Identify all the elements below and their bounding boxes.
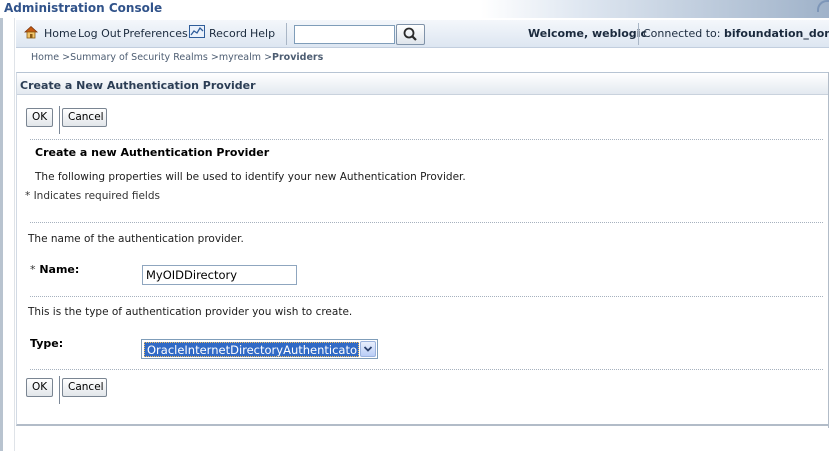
left-rail-line xyxy=(14,18,15,451)
domain-name: bifoundation_domai xyxy=(723,27,829,40)
breadcrumb-separator: > xyxy=(264,52,273,63)
ok-button[interactable]: OK xyxy=(26,378,53,397)
search-button[interactable] xyxy=(396,24,425,45)
divider xyxy=(30,369,823,370)
breadcrumb-separator: > xyxy=(62,52,71,63)
divider xyxy=(30,139,823,140)
button-separator xyxy=(59,376,60,404)
required-note: * Indicates required fields xyxy=(25,190,160,202)
type-select-value: OracleInternetDirectoryAuthenticator xyxy=(144,342,359,357)
breadcrumb-separator: > xyxy=(210,52,219,63)
cancel-button[interactable]: Cancel xyxy=(62,108,107,127)
search-input[interactable] xyxy=(294,25,395,44)
divider xyxy=(30,296,823,297)
connection-info: Connected to: bifoundation_domai xyxy=(643,27,829,40)
welcome-text: Welcome, weblogic xyxy=(528,27,647,40)
panel-title: Create a New Authentication Provider xyxy=(20,79,256,92)
type-description: This is the type of authentication provi… xyxy=(28,306,353,318)
dropdown-button[interactable] xyxy=(360,341,376,357)
record-link[interactable]: Record xyxy=(209,27,247,40)
required-marker: * xyxy=(30,263,36,276)
left-rail xyxy=(0,18,3,451)
ok-button[interactable]: OK xyxy=(26,108,53,127)
app-title: Administration Console xyxy=(4,1,163,15)
toolbar-separator xyxy=(638,23,639,45)
type-label: Type: xyxy=(30,337,64,350)
divider xyxy=(30,222,823,223)
oracle-logo-fragment xyxy=(817,0,829,12)
breadcrumb-home[interactable]: Home xyxy=(31,52,59,63)
panel-header: Create a New Authentication Provider xyxy=(17,73,829,95)
logout-link[interactable]: Log Out xyxy=(78,27,121,40)
button-separator xyxy=(59,106,60,134)
help-link[interactable]: Help xyxy=(250,27,275,40)
name-label-text: Name: xyxy=(39,263,80,276)
section-description: The following properties will be used to… xyxy=(35,171,466,183)
type-select[interactable]: OracleInternetDirectoryAuthenticator xyxy=(141,339,378,359)
breadcrumb-current: Providers xyxy=(272,52,324,63)
search-icon xyxy=(403,27,417,41)
name-label: * Name: xyxy=(30,263,79,276)
create-provider-panel: Create a New Authentication Provider xyxy=(16,72,829,426)
home-icon[interactable] xyxy=(23,25,39,42)
record-icon[interactable] xyxy=(189,25,205,41)
section-title: Create a new Authentication Provider xyxy=(35,146,270,159)
cancel-button[interactable]: Cancel xyxy=(62,378,107,397)
chevron-down-icon xyxy=(363,346,373,352)
preferences-link[interactable]: Preferences xyxy=(123,27,188,40)
name-input[interactable] xyxy=(142,265,297,285)
top-banner: Administration Console xyxy=(0,0,829,18)
home-link[interactable]: Home xyxy=(44,27,76,40)
name-description: The name of the authentication provider. xyxy=(28,233,244,245)
breadcrumb-security-realms[interactable]: Summary of Security Realms xyxy=(70,52,208,63)
breadcrumb: Home >Summary of Security Realms >myreal… xyxy=(31,52,323,63)
toolbar: Home Log Out Preferences Record Help Wel… xyxy=(16,20,829,48)
toolbar-separator xyxy=(286,23,287,45)
breadcrumb-myrealm[interactable]: myrealm xyxy=(219,52,261,63)
connected-label: Connected to: xyxy=(643,27,721,40)
